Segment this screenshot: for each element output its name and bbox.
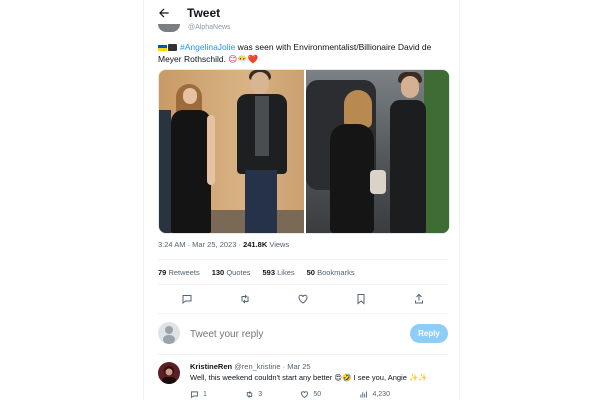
divider	[158, 284, 448, 285]
bookmark-icon[interactable]	[353, 291, 369, 307]
photo-1[interactable]	[159, 70, 304, 233]
hashtag-link[interactable]: #AngelinaJolie	[180, 42, 235, 52]
photo-2[interactable]	[306, 70, 449, 233]
tweet-media[interactable]	[158, 69, 450, 234]
author-avatar[interactable]	[158, 24, 180, 32]
views-label: Views	[269, 240, 290, 249]
likes-stat[interactable]: 593 Likes	[263, 268, 295, 277]
comment-actions: 1 3 50 4,230	[190, 390, 390, 399]
comment-like-action[interactable]: 50	[300, 390, 321, 399]
comment-header: KristineRen @ren_kristine · Mar 25	[190, 362, 311, 371]
commenter-handle[interactable]: @ren_kristine	[234, 362, 280, 371]
author-handle: @AlphaNews	[188, 24, 231, 31]
camera-icon	[168, 44, 177, 52]
divider	[158, 354, 448, 355]
page-title: Tweet	[187, 6, 221, 20]
flag-icon	[158, 44, 167, 51]
comment-retweet-action[interactable]: 3	[245, 390, 262, 399]
like-icon[interactable]	[295, 291, 311, 307]
reply-icon[interactable]	[179, 291, 195, 307]
retweet-icon[interactable]	[237, 291, 253, 307]
comment-reply-action[interactable]: 1	[190, 390, 207, 399]
reply-button[interactable]: Reply	[410, 324, 448, 343]
retweets-stat[interactable]: 79 Retweets	[158, 268, 200, 277]
tweet-emojis: 😊😶‍🌫️❤️	[228, 54, 259, 64]
share-icon[interactable]	[411, 291, 427, 307]
quotes-stat[interactable]: 130 Quotes	[212, 268, 251, 277]
back-arrow-icon[interactable]	[157, 6, 173, 22]
tweet-column: Tweet @AlphaNews #AngelinaJolie was seen…	[143, 0, 460, 400]
tweet-timestamp: 3:24 AM · Mar 25, 2023 · 241.8K Views	[158, 240, 289, 249]
tweet-time[interactable]: 3:24 AM · Mar 25, 2023 ·	[158, 240, 241, 249]
user-avatar[interactable]	[158, 322, 180, 344]
comment-date[interactable]: · Mar 25	[283, 362, 311, 371]
views-count: 241.8K	[243, 240, 268, 249]
reply-tweet[interactable]: KristineRen @ren_kristine · Mar 25 Well,…	[158, 360, 450, 400]
tweet-actions	[158, 291, 448, 307]
comment-views-action[interactable]: 4,230	[359, 390, 390, 399]
divider	[158, 313, 448, 314]
divider	[158, 259, 448, 260]
reply-input[interactable]	[190, 326, 390, 342]
bookmarks-stat[interactable]: 50 Bookmarks	[307, 268, 355, 277]
tweet-stats: 79 Retweets 130 Quotes 593 Likes 50 Book…	[158, 268, 355, 277]
commenter-avatar[interactable]	[158, 362, 180, 384]
reply-composer: Reply	[158, 320, 448, 348]
comment-text: Well, this weekend couldn't start any be…	[190, 373, 428, 382]
tweet-text: #AngelinaJolie was seen with Environment…	[158, 41, 450, 65]
commenter-name[interactable]: KristineRen	[190, 362, 232, 371]
